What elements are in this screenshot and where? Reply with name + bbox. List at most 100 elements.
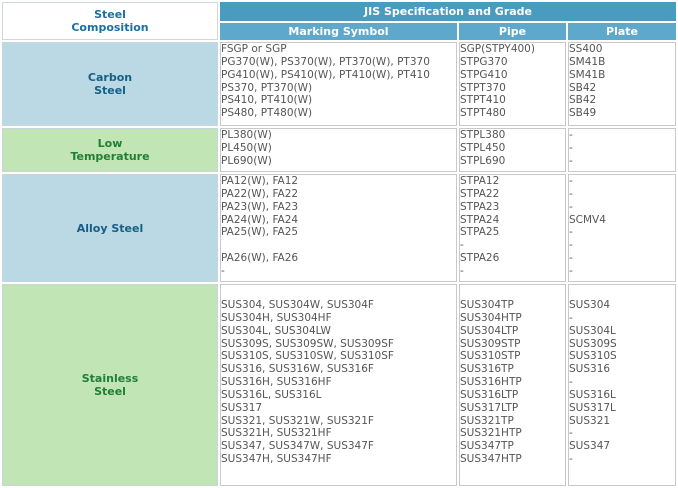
category-line: Low [97, 137, 123, 150]
plate-line: - [569, 226, 573, 239]
pipe-line: SUS347HTP [460, 453, 522, 466]
category-alloy-steel: Alloy Steel [2, 174, 218, 282]
category-stainless-steel: Stainless Steel [2, 284, 218, 486]
pipe-cell: SUS304TP SUS304HTP SUS304LTP SUS309STP S… [459, 284, 566, 486]
marking-line: SUS304L, SUS304LW [221, 324, 331, 337]
marking-line: SUS321H, SUS321HF [221, 427, 332, 440]
marking-line: FSGP or SGP [221, 43, 287, 55]
plate-line: SUS316L [569, 388, 616, 401]
row-carbon-steel: Carbon Steel FSGP or SGP PG370(W), PS370… [2, 42, 677, 126]
plate-line: - [569, 175, 573, 187]
plate-cell: SUS304 - SUS304L SUS309S SUS310S SUS316 … [568, 284, 677, 486]
pipe-line: SUS347TP [460, 440, 514, 453]
jis-spec-table: Steel Composition JIS Specification and … [0, 0, 678, 488]
plate-line: - [569, 376, 573, 389]
row-stainless-steel: Stainless Steel SUS304, SUS304W, SUS304F… [2, 284, 677, 486]
marking-symbol-header: Marking Symbol [220, 23, 457, 40]
marking-cell: PA12(W), FA12 PA22(W), FA22 PA23(W), FA2… [220, 174, 457, 282]
marking-line: - [221, 264, 225, 277]
plate-cell: SS400 SM41B SM41B SB42 SB42 SB49 [568, 42, 677, 126]
plate-line: - [569, 200, 573, 213]
marking-line: SUS304H, SUS304HF [221, 311, 332, 324]
jis-spec-header: JIS Specification and Grade [220, 2, 677, 21]
steel-composition-header: Steel Composition [2, 2, 218, 40]
marking-cell: SUS304, SUS304W, SUS304F SUS304H, SUS304… [220, 284, 457, 486]
plate-line: SCMV4 [569, 213, 606, 226]
plate-line: - [569, 427, 573, 440]
category-line: Temperature [70, 150, 150, 163]
pipe-line: STPA23 [460, 200, 500, 213]
plate-line: SB42 [569, 81, 597, 94]
pipe-line: STPG410 [460, 68, 508, 81]
pipe-line: STPA22 [460, 187, 500, 200]
pipe-line: STPL690 [460, 154, 506, 167]
pipe-cell: STPL380 STPL450 STPL690 [459, 128, 566, 172]
marking-line: PS410, PT410(W) [221, 94, 313, 107]
marking-line: PG410(W), PS410(W), PT410(W), PT410 [221, 68, 430, 81]
category-line: Steel [94, 385, 126, 398]
plate-line: SUS304 [569, 299, 611, 311]
marking-line: SUS347H, SUS347HF [221, 453, 332, 466]
marking-line: PA12(W), FA12 [221, 175, 299, 187]
pipe-line: STPL450 [460, 141, 506, 154]
pipe-header: Pipe [459, 23, 566, 40]
marking-line: SUS310S, SUS310SW, SUS310SF [221, 350, 394, 363]
pipe-line: - [460, 264, 464, 277]
plate-line: - [569, 453, 573, 466]
marking-line: PS370, PT370(W) [221, 81, 313, 94]
marking-line: PA22(W), FA22 [221, 187, 299, 200]
plate-line: SUS304L [569, 324, 616, 337]
marking-cell: PL380(W) PL450(W) PL690(W) [220, 128, 457, 172]
pipe-cell: SGP(STPY400) STPG370 STPG410 STPT370 STP… [459, 42, 566, 126]
plate-line: SUS347 [569, 440, 611, 453]
category-line: Alloy Steel [76, 221, 144, 235]
plate-header: Plate [568, 23, 677, 40]
pipe-line: STPT480 [460, 107, 506, 120]
plate-line: SB49 [569, 107, 597, 120]
plate-line: - [569, 239, 573, 252]
category-line: Steel [94, 84, 126, 97]
pipe-line: SUS316HTP [460, 376, 522, 389]
plate-line: SB42 [569, 94, 597, 107]
plate-line: - [569, 264, 573, 277]
plate-line: - [569, 187, 573, 200]
plate-line: SUS316 [569, 363, 611, 376]
plate-line: SUS310S [569, 350, 617, 363]
plate-line: SS400 [569, 43, 603, 55]
marking-line: PL450(W) [221, 141, 272, 154]
pipe-line: SUS304HTP [460, 311, 522, 324]
marking-line: SUS347, SUS347W, SUS347F [221, 440, 374, 453]
pipe-line: STPA25 [460, 226, 500, 239]
marking-line: PL690(W) [221, 154, 272, 167]
category-line: Carbon [87, 71, 133, 84]
plate-line: SUS317L [569, 401, 616, 414]
pipe-line: SUS310STP [460, 350, 521, 363]
pipe-line: STPA24 [460, 213, 500, 226]
category-line: Stainless [81, 372, 139, 385]
pipe-line: SUS304LTP [460, 324, 519, 337]
pipe-line: SUS317LTP [460, 401, 519, 414]
marking-line [221, 239, 456, 252]
marking-line: SUS309S, SUS309SW, SUS309SF [221, 337, 394, 350]
pipe-cell: STPA12 STPA22 STPA23 STPA24 STPA25 - STP… [459, 174, 566, 282]
pipe-line: SUS316LTP [460, 388, 519, 401]
plate-line: - [569, 141, 573, 154]
steel-composition-line: Steel [94, 8, 126, 21]
marking-line: SUS316L, SUS316L [221, 388, 322, 401]
plate-line: SUS321 [569, 414, 611, 427]
pipe-line: STPT410 [460, 94, 506, 107]
plate-cell: - - - [568, 128, 677, 172]
pipe-line: SUS321TP [460, 414, 514, 427]
plate-line: SM41B [569, 55, 606, 68]
marking-cell: FSGP or SGP PG370(W), PS370(W), PT370(W)… [220, 42, 457, 126]
marking-line: SUS317 [221, 401, 263, 414]
marking-line: SUS316, SUS316W, SUS316F [221, 363, 374, 376]
marking-line: PS480, PT480(W) [221, 107, 313, 120]
marking-line: PL380(W) [221, 129, 272, 141]
row-alloy-steel: Alloy Steel PA12(W), FA12 PA22(W), FA22 … [2, 174, 677, 282]
pipe-line: STPA26 [460, 252, 500, 265]
plate-line: - [569, 129, 573, 141]
marking-line: SUS316H, SUS316HF [221, 376, 332, 389]
marking-line: SUS321, SUS321W, SUS321F [221, 414, 374, 427]
pipe-line: - [460, 239, 464, 252]
